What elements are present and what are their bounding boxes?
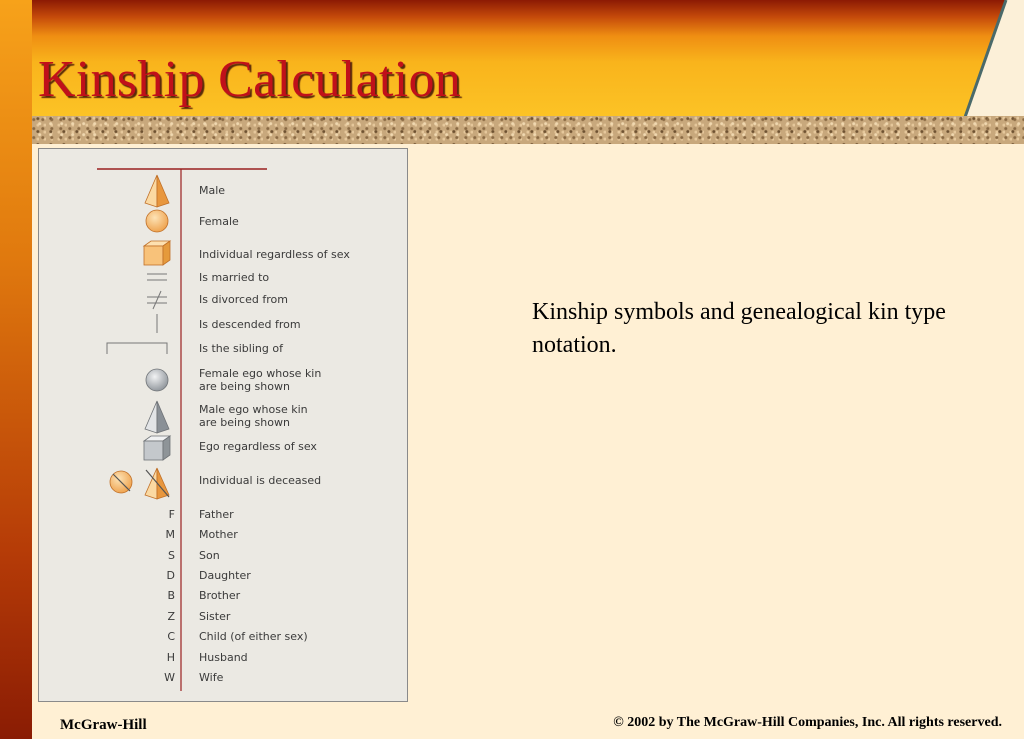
notation-letter: S	[168, 549, 175, 562]
banner-edge-line	[964, 0, 1008, 120]
notation-letter: F	[168, 508, 175, 521]
ego-square-icon	[142, 435, 172, 461]
legend-label-descended: Is descended from	[199, 318, 301, 331]
legend-label-female: Female	[199, 215, 239, 228]
individual-square-icon	[142, 240, 172, 266]
notation-label: Sister	[199, 610, 231, 623]
notation-label: Wife	[199, 671, 224, 684]
male-triangle-icon	[144, 174, 170, 208]
married-equals-icon	[147, 273, 167, 281]
legend-label-individual: Individual regardless of sex	[199, 248, 350, 261]
cork-texture-strip	[32, 116, 1024, 144]
notation-letter: M	[165, 528, 176, 541]
legend-label-divorced: Is divorced from	[199, 293, 288, 306]
notation-label: Daughter	[199, 569, 251, 582]
male-ego-triangle-icon	[144, 400, 170, 434]
sibling-bracket-icon	[106, 342, 168, 354]
slide-title: Kinship Calculation	[38, 51, 462, 108]
divorced-not-equal-icon	[147, 290, 167, 310]
notation-letter: Z	[167, 610, 175, 623]
female-ego-circle-icon	[145, 368, 169, 392]
female-circle-icon	[145, 209, 169, 233]
kinship-symbols-figure: Male Female Individual regardless of sex…	[38, 148, 408, 702]
copyright-footer: © 2002 by The McGraw-Hill Companies, Inc…	[613, 715, 1002, 730]
notation-label: Son	[199, 549, 220, 562]
notation-letter: C	[167, 630, 175, 643]
notation-label: Husband	[199, 651, 248, 664]
legend-label-deceased: Individual is deceased	[199, 474, 322, 487]
notation-letter: W	[164, 671, 175, 684]
legend-label-sibling: Is the sibling of	[199, 342, 283, 355]
legend-label-ego: Ego regardless of sex	[199, 440, 317, 453]
notation-letter: B	[167, 589, 175, 602]
publisher-footer: McGraw-Hill	[60, 717, 147, 733]
notation-label: Mother	[199, 528, 238, 541]
left-accent-bar	[0, 0, 32, 739]
legend-label-male: Male	[199, 184, 226, 197]
legend-label-female-ego: Female ego whose kin are being shown	[199, 367, 322, 393]
legend-label-male-ego: Male ego whose kin are being shown	[199, 403, 308, 429]
deceased-slashed-icon	[109, 467, 170, 500]
notation-letter: H	[166, 651, 175, 664]
notation-letter: D	[166, 569, 175, 582]
notation-label: Brother	[199, 589, 241, 602]
title-banner: Kinship Calculation	[32, 0, 1024, 120]
notation-label: Child (of either sex)	[199, 630, 308, 643]
figure-caption: Kinship symbols and genealogical kin typ…	[532, 299, 946, 358]
notation-label: Father	[199, 508, 234, 521]
legend-label-married: Is married to	[199, 271, 270, 284]
